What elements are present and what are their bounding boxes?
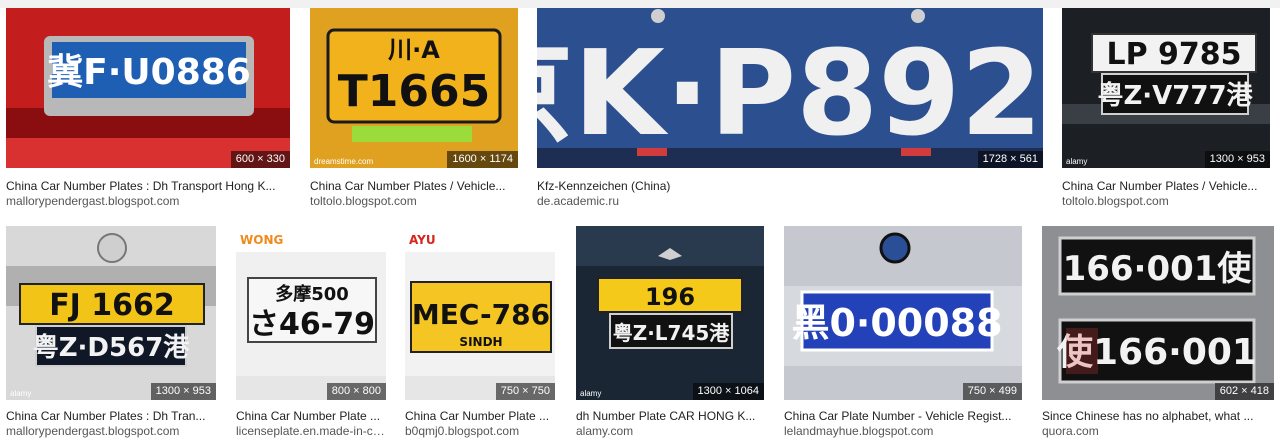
- image-dimensions: 600 × 330: [230, 151, 290, 168]
- image-dimensions: 1600 × 1174: [447, 151, 518, 168]
- result-title[interactable]: Kfz-Kennzeichen (China): [537, 179, 1043, 193]
- image-dimensions: 1300 × 953: [150, 383, 216, 400]
- image-dimensions: 750 × 750: [495, 383, 555, 400]
- result-title[interactable]: China Car Plate Number - Vehicle Regist.…: [784, 409, 1022, 423]
- result-thumbnail[interactable]: 166·001使 使166·001 602 × 418: [1042, 226, 1274, 400]
- watermark-text: alamy: [1066, 157, 1087, 166]
- thumbnail-image: 166·001使 使166·001: [1042, 226, 1274, 400]
- plate-line-2: 粤Z·D567港: [33, 332, 191, 363]
- thumbnail-image: LP 9785 粤Z·V777港 alamy: [1062, 8, 1270, 168]
- result-title[interactable]: China Car Number Plates : Dh Transport H…: [6, 179, 290, 193]
- result-thumbnail[interactable]: LP 9785 粤Z·V777港 alamy 1300 × 953: [1062, 8, 1270, 168]
- plate-line-1: 196: [645, 283, 695, 311]
- thumbnail-image: 冀F·U0886: [6, 8, 290, 168]
- thumbnail-image: FJ 1662 粤Z·D567港 alamy: [6, 226, 216, 400]
- result-card[interactable]: 京K·P8922 1728 × 561 Kfz-Kennzeichen (Chi…: [537, 8, 1043, 208]
- result-title[interactable]: Since Chinese has no alphabet, what ...: [1042, 409, 1274, 423]
- result-source[interactable]: quora.com: [1042, 424, 1274, 438]
- result-card[interactable]: 196 粤Z·L745港 alamy 1300 × 1064 dh Number…: [576, 226, 764, 440]
- plate-text: 冀F·U0886: [47, 52, 251, 93]
- result-card[interactable]: LP 9785 粤Z·V777港 alamy 1300 × 953 China …: [1062, 8, 1270, 208]
- result-thumbnail[interactable]: WONG 多摩500 さ46-79 800 × 800: [236, 226, 386, 400]
- result-source[interactable]: de.academic.ru: [537, 194, 1043, 208]
- result-source[interactable]: toltolo.blogspot.com: [310, 194, 518, 208]
- result-source[interactable]: b0qmj0.blogspot.com: [405, 424, 555, 438]
- result-card[interactable]: FJ 1662 粤Z·D567港 alamy 1300 × 953 China …: [6, 226, 216, 440]
- plate-line-1: FJ 1662: [49, 288, 175, 323]
- thumbnail-image: AYU MEC-786 SINDH: [405, 226, 555, 400]
- plate-line-2: T1665: [338, 66, 490, 117]
- result-card[interactable]: AYU MEC-786 SINDH 750 × 750 China Car Nu…: [405, 226, 555, 440]
- result-title[interactable]: China Car Number Plates / Vehicle...: [310, 179, 518, 193]
- top-edge: [0, 0, 1280, 8]
- result-card[interactable]: WONG 多摩500 さ46-79 800 × 800 China Car Nu…: [236, 226, 386, 440]
- image-dimensions: 1300 × 1064: [692, 383, 764, 400]
- result-thumbnail[interactable]: 黑0·00088 750 × 499: [784, 226, 1022, 400]
- watermark-text: dreamstime.com: [314, 157, 373, 166]
- plate-line-1: 166·001使: [1063, 249, 1253, 289]
- result-title[interactable]: dh Number Plate CAR HONG K...: [576, 409, 764, 423]
- result-card[interactable]: 川·A T1665 dreamstime.com 1600 × 1174 Chi…: [310, 8, 518, 208]
- result-source[interactable]: toltolo.blogspot.com: [1062, 194, 1270, 208]
- plate-line-1: 多摩500: [275, 283, 349, 305]
- thumbnail-image: 196 粤Z·L745港 alamy: [576, 226, 764, 400]
- result-title[interactable]: China Car Number Plates / Vehicle...: [1062, 179, 1270, 193]
- brand-text: AYU: [409, 233, 436, 247]
- plate-line-2: 粤Z·V777港: [1097, 80, 1253, 111]
- result-thumbnail[interactable]: 京K·P8922 1728 × 561: [537, 8, 1043, 168]
- result-source[interactable]: alamy.com: [576, 424, 764, 438]
- image-dimensions: 1728 × 561: [977, 151, 1043, 168]
- image-dimensions: 1300 × 953: [1204, 151, 1270, 168]
- thumbnail-image: 京K·P8922: [537, 8, 1043, 168]
- plate-line-1: LP 9785: [1106, 37, 1241, 72]
- result-source[interactable]: mallorypendergast.blogspot.com: [6, 424, 216, 438]
- result-thumbnail[interactable]: 冀F·U0886 600 × 330: [6, 8, 290, 168]
- result-card[interactable]: 166·001使 使166·001 602 × 418 Since Chines…: [1042, 226, 1274, 440]
- plate-line-2: さ46-79: [249, 307, 375, 342]
- image-dimensions: 800 × 800: [326, 383, 386, 400]
- result-title[interactable]: China Car Number Plates : Dh Tran...: [6, 409, 216, 423]
- result-title[interactable]: China Car Number Plate ...: [405, 409, 555, 423]
- result-thumbnail[interactable]: FJ 1662 粤Z·D567港 alamy 1300 × 953: [6, 226, 216, 400]
- watermark-text: alamy: [580, 389, 601, 398]
- image-dimensions: 750 × 499: [962, 383, 1022, 400]
- plate-line-2: 粤Z·L745港: [613, 321, 731, 345]
- result-thumbnail[interactable]: 川·A T1665 dreamstime.com 1600 × 1174: [310, 8, 518, 168]
- result-thumbnail[interactable]: AYU MEC-786 SINDH 750 × 750: [405, 226, 555, 400]
- thumbnail-image: WONG 多摩500 さ46-79: [236, 226, 386, 400]
- plate-text: 京K·P8922: [537, 24, 1043, 162]
- brand-text: WONG: [240, 233, 283, 247]
- plate-text: 黑0·00088: [791, 301, 1002, 345]
- result-title[interactable]: China Car Number Plate ...: [236, 409, 386, 423]
- plate-line-2: SINDH: [459, 335, 502, 349]
- thumbnail-image: 黑0·00088: [784, 226, 1022, 400]
- result-thumbnail[interactable]: 196 粤Z·L745港 alamy 1300 × 1064: [576, 226, 764, 400]
- plate-line-1: 川·A: [388, 36, 440, 64]
- result-source[interactable]: lelandmayhue.blogspot.com: [784, 424, 1022, 438]
- result-source[interactable]: licenseplate.en.made-in-ch...: [236, 424, 386, 438]
- plate-line-1: MEC-786: [412, 298, 550, 331]
- thumbnail-image: 川·A T1665 dreamstime.com: [310, 8, 518, 168]
- result-card[interactable]: 冀F·U0886 600 × 330 China Car Number Plat…: [6, 8, 290, 208]
- result-card[interactable]: 黑0·00088 750 × 499 China Car Plate Numbe…: [784, 226, 1022, 440]
- result-source[interactable]: mallorypendergast.blogspot.com: [6, 194, 290, 208]
- image-dimensions: 602 × 418: [1214, 383, 1274, 400]
- watermark-text: alamy: [10, 389, 31, 398]
